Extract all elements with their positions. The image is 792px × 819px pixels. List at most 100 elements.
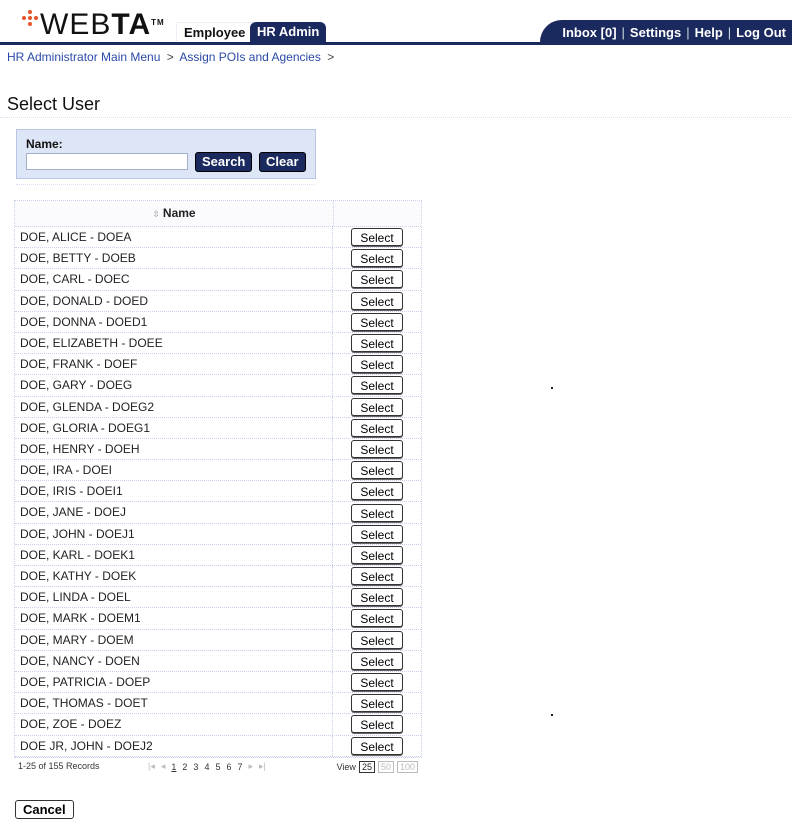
settings-link[interactable]: Settings — [630, 25, 681, 40]
action-cell: Select — [333, 588, 421, 607]
action-cell: Select — [333, 418, 421, 437]
table-row: DOE, JOHN - DOEJ1 Select — [15, 523, 421, 545]
table-row: DOE, ALICE - DOEA Select — [15, 227, 421, 249]
select-user-button[interactable]: Select — [351, 503, 403, 522]
action-cell: Select — [333, 673, 421, 692]
action-cell: Select — [333, 249, 421, 268]
user-name-cell: DOE, DONNA - DOED1 — [15, 311, 333, 332]
select-user-button[interactable]: Select — [351, 291, 403, 310]
page-link-4[interactable]: 4 — [204, 762, 209, 772]
select-user-button[interactable]: Select — [351, 249, 403, 268]
table-row: DOE, GLORIA - DOEG1 Select — [15, 417, 421, 439]
select-user-button[interactable]: Select — [351, 630, 403, 649]
table-row: DOE, PATRICIA - DOEP Select — [15, 671, 421, 694]
logo-text: WEBTATM — [40, 8, 165, 41]
table-body: DOE, ALICE - DOEA Select DOE, BETTY - DOEB… — [15, 227, 421, 757]
inbox-link[interactable]: Inbox [0] — [562, 25, 616, 40]
select-user-button[interactable]: Select — [351, 694, 403, 713]
tab-hr-admin[interactable]: HR Admin — [250, 22, 327, 42]
user-name-cell: DOE, MARY - DOEM — [15, 629, 333, 650]
select-user-button[interactable]: Select — [351, 524, 403, 543]
clear-button[interactable]: Clear — [259, 152, 306, 172]
search-divider — [16, 184, 314, 185]
help-link[interactable]: Help — [695, 25, 723, 40]
action-cell: Select — [333, 482, 421, 501]
cancel-button[interactable]: Cancel — [15, 800, 74, 819]
logout-link[interactable]: Log Out — [736, 25, 786, 40]
action-cell: Select — [333, 312, 421, 331]
page-links: |◂ ◂ 1 2 3 4 5 6 7 ▸ ▸| — [148, 761, 266, 772]
page-link-5[interactable]: 5 — [215, 762, 220, 772]
user-name-cell: DOE, ELIZABETH - DOEE — [15, 332, 333, 354]
table-row: DOE, ELIZABETH - DOEE Select — [15, 332, 421, 355]
page-link-2[interactable]: 2 — [182, 762, 187, 772]
select-user-button[interactable]: Select — [351, 545, 403, 564]
action-cell: Select — [333, 397, 421, 416]
breadcrumb-hr-admin-main-menu[interactable]: HR Administrator Main Menu — [7, 50, 160, 64]
action-cell: Select — [333, 524, 421, 543]
select-user-button[interactable]: Select — [351, 418, 403, 437]
page-link-1[interactable]: 1 — [171, 762, 176, 772]
user-name-cell: DOE, ZOE - DOEZ — [15, 714, 333, 735]
action-cell: Select — [333, 291, 421, 310]
view-25-option[interactable]: 25 — [358, 761, 375, 773]
select-user-button[interactable]: Select — [351, 482, 403, 501]
select-user-button[interactable]: Select — [351, 651, 403, 670]
select-user-button[interactable]: Select — [351, 461, 403, 480]
breadcrumb: HR Administrator Main Menu > Assign POIs… — [7, 50, 335, 64]
name-search-input[interactable] — [26, 153, 188, 170]
table-row: DOE, MARY - DOEM Select — [15, 629, 421, 651]
next-page-icon[interactable]: ▸ — [249, 761, 254, 772]
first-page-icon[interactable]: |◂ — [148, 761, 155, 772]
select-user-button[interactable]: Select — [351, 355, 403, 374]
prev-page-icon[interactable]: ◂ — [161, 761, 166, 772]
page-link-3[interactable]: 3 — [193, 762, 198, 772]
action-cell: Select — [333, 651, 421, 670]
utility-nav: Inbox [0] | Settings | Help | Log Out — [540, 20, 792, 44]
select-user-button[interactable]: Select — [351, 588, 403, 607]
user-name-cell: DOE, GARY - DOEG — [15, 375, 333, 396]
select-user-button[interactable]: Select — [351, 270, 403, 289]
table-header: ⇳ Name — [15, 201, 421, 227]
title-divider — [0, 117, 792, 118]
action-cell: Select — [333, 715, 421, 734]
user-name-cell: DOE, FRANK - DOEF — [15, 354, 333, 375]
select-user-button[interactable]: Select — [351, 567, 403, 586]
pager: 1-25 of 155 Records |◂ ◂ 1 2 3 4 5 6 7 ▸… — [18, 761, 418, 775]
select-user-button[interactable]: Select — [351, 228, 403, 247]
select-user-button[interactable]: Select — [351, 673, 403, 692]
table-row: DOE JR, JOHN - DOEJ2 Select — [15, 735, 421, 757]
view-100-option[interactable]: 100 — [396, 761, 418, 773]
user-name-cell: DOE, JOHN - DOEJ1 — [15, 523, 333, 544]
select-user-button[interactable]: Select — [351, 376, 403, 395]
breadcrumb-assign-pois[interactable]: Assign POIs and Agencies — [179, 50, 320, 64]
sort-icon: ⇳ — [152, 209, 160, 219]
last-page-icon[interactable]: ▸| — [259, 761, 266, 772]
column-header-action — [334, 201, 421, 226]
select-user-button[interactable]: Select — [351, 334, 403, 353]
column-header-name[interactable]: ⇳ Name — [15, 201, 334, 226]
search-button[interactable]: Search — [195, 152, 253, 172]
select-user-button[interactable]: Select — [351, 439, 403, 458]
table-row: DOE, JANE - DOEJ Select — [15, 502, 421, 524]
select-user-button[interactable]: Select — [351, 397, 403, 416]
table-row: DOE, GARY - DOEG Select — [15, 375, 421, 397]
select-user-button[interactable]: Select — [351, 609, 403, 628]
page-link-6[interactable]: 6 — [226, 762, 231, 772]
table-row: DOE, FRANK - DOEF Select — [15, 354, 421, 376]
select-user-button[interactable]: Select — [351, 736, 403, 755]
select-user-button[interactable]: Select — [351, 715, 403, 734]
user-name-cell: DOE, LINDA - DOEL — [15, 587, 333, 608]
user-name-cell: DOE, PATRICIA - DOEP — [15, 671, 333, 693]
select-user-button[interactable]: Select — [351, 312, 403, 331]
tab-employee[interactable]: Employee — [176, 22, 254, 43]
user-name-cell: DOE, GLENDA - DOEG2 — [15, 396, 333, 417]
user-name-cell: DOE, NANCY - DOEN — [15, 650, 333, 671]
page-link-7[interactable]: 7 — [237, 762, 242, 772]
table-row: DOE, IRIS - DOEI1 Select — [15, 481, 421, 503]
stray-dot — [551, 714, 553, 716]
search-panel: Name: Search Clear — [16, 129, 316, 179]
view-50-option[interactable]: 50 — [377, 761, 394, 773]
action-cell: Select — [333, 334, 421, 353]
table-row: DOE, THOMAS - DOET Select — [15, 693, 421, 715]
